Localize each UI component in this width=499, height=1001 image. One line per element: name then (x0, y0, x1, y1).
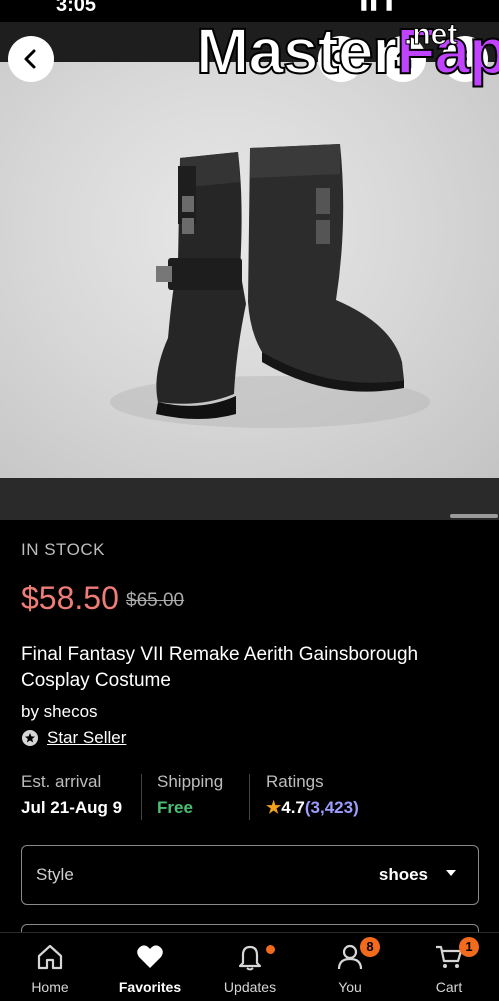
tab-cart-label: Cart (435, 979, 463, 995)
original-price: $65.00 (126, 590, 185, 611)
arrival-info: Est. arrival Jul 21-Aug 9 (21, 772, 122, 818)
product-title: Final Fantasy VII Remake Aerith Gainsbor… (21, 644, 419, 691)
style-select-value: shoes (378, 865, 428, 884)
shipping-info[interactable]: Shipping Free (157, 772, 223, 818)
tab-favorites-label: Favorites (118, 979, 182, 995)
image-footer-band (0, 478, 499, 520)
tab-home-label: Home (31, 979, 69, 995)
boots-image (110, 144, 430, 428)
cart-badge: 1 (459, 937, 479, 957)
ratings-label: Ratings (266, 772, 324, 791)
carousel-indicator (450, 514, 498, 518)
chevron-left-icon (24, 49, 36, 69)
watermark-net: .net (403, 22, 458, 52)
product-image-carousel[interactable]: MasterFap .net (0, 22, 499, 520)
ratings-value: ★4.7(3,423) (266, 798, 359, 818)
star-seller-badge[interactable]: Star Seller (21, 728, 126, 748)
arrival-value: Jul 21-Aug 9 (21, 798, 123, 817)
rating-count: (3,423) (304, 798, 359, 817)
ratings-info[interactable]: Ratings ★4.7(3,423) (266, 772, 359, 818)
status-time: 3:05 (56, 0, 97, 16)
info-divider (141, 774, 142, 820)
shipping-label: Shipping (157, 772, 224, 791)
heart-icon (132, 941, 168, 973)
tab-updates[interactable]: Updates (200, 933, 300, 1001)
you-badge: 8 (360, 937, 380, 957)
signal-battery-icons: ▮▮ ▮ (360, 0, 396, 12)
tab-cart[interactable]: 1 Cart (399, 933, 499, 1001)
caret-down-icon (446, 870, 456, 876)
tab-updates-label: Updates (223, 979, 277, 995)
style-select[interactable]: Style shoes (21, 845, 479, 905)
back-button[interactable] (8, 36, 54, 82)
delivery-info-row: Est. arrival Jul 21-Aug 9 Shipping Free … (21, 772, 481, 824)
info-divider (249, 774, 250, 820)
sale-price: $58.50 (21, 580, 119, 616)
home-icon (32, 941, 68, 973)
product-photo (0, 62, 499, 478)
tab-home[interactable]: Home (0, 933, 100, 1001)
star-seller-icon (22, 730, 38, 746)
rating-value: 4.7 (281, 798, 305, 817)
arrival-label: Est. arrival (21, 772, 102, 791)
shipping-value: Free (157, 798, 193, 817)
stock-status: IN STOCK (21, 540, 105, 559)
tab-favorites[interactable]: Favorites (100, 933, 200, 1001)
star-seller-label: Star Seller (47, 728, 127, 747)
star-icon: ★ (266, 798, 282, 817)
style-select-label: Style (36, 865, 74, 884)
bell-icon (232, 941, 268, 973)
watermark-master: Master (195, 22, 398, 88)
updates-dot (266, 945, 275, 954)
tab-you-label: You (338, 979, 362, 995)
tab-you[interactable]: 8 You (300, 933, 400, 1001)
status-bar: 3:05 ▮▮ ▮ (0, 0, 499, 22)
shop-name-link[interactable]: by shecos (21, 702, 98, 722)
bottom-tab-bar: Home Favorites Updates 8 You 1 Cart (0, 932, 499, 1001)
